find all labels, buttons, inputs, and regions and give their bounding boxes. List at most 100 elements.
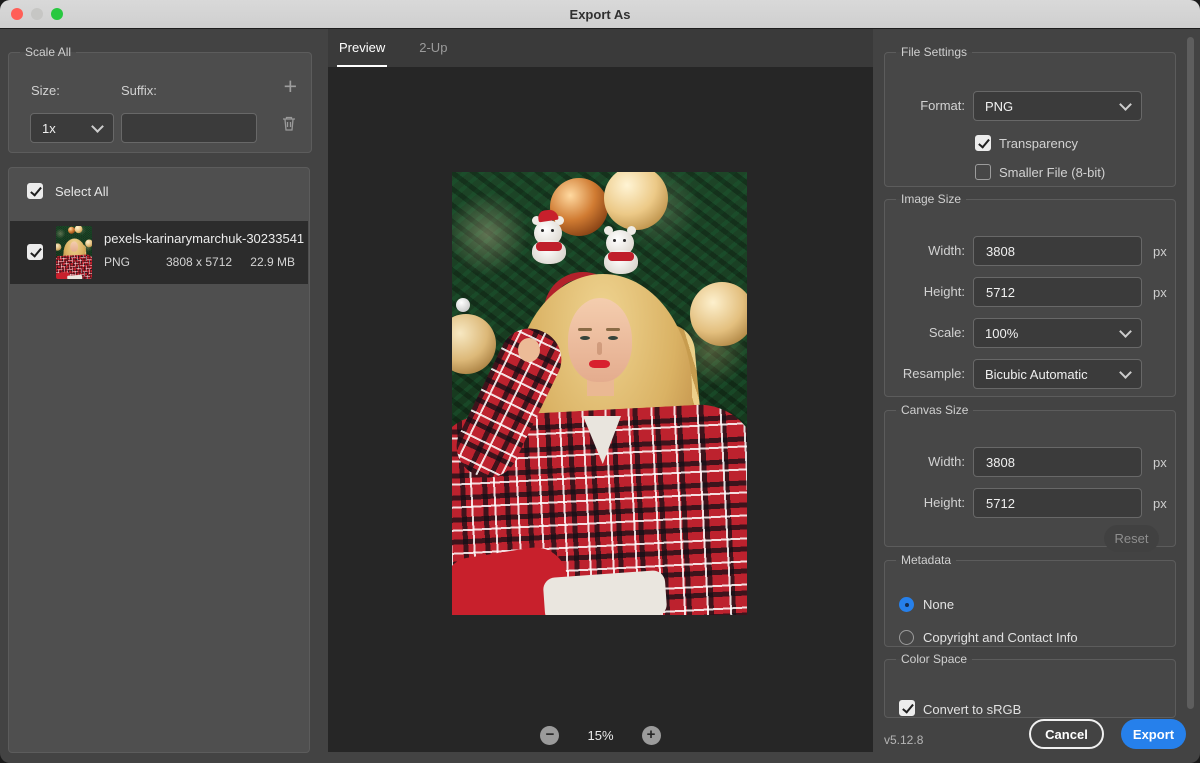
- settings-panel: File Settings Format: PNG Transparency S…: [873, 29, 1200, 763]
- hand: [518, 338, 540, 362]
- chevron-down-icon: [1119, 325, 1132, 338]
- version-label: v5.12.8: [884, 733, 923, 747]
- scale-all-section: Scale All Size: Suffix: 1x +: [8, 45, 312, 153]
- color-space-section: Color Space Convert to sRGB: [884, 652, 1176, 718]
- file-row[interactable]: pexels-karinarymarchuk-30233541 PNG 3808…: [10, 221, 308, 284]
- close-window-button[interactable]: [11, 8, 23, 20]
- image-width-input[interactable]: [973, 236, 1142, 266]
- format-label: Format:: [885, 98, 965, 113]
- select-all-row[interactable]: Select All: [9, 168, 309, 214]
- resample-label: Resample:: [885, 366, 965, 381]
- ornament-gold-left: [452, 314, 496, 374]
- white-fur: [543, 570, 668, 615]
- file-size: 22.9 MB: [250, 255, 295, 269]
- suffix-label: Suffix:: [121, 83, 157, 98]
- polar-bear-right: [602, 222, 640, 276]
- zoom-level: 15%: [587, 728, 613, 743]
- metadata-copyright-radio[interactable]: [899, 630, 914, 645]
- traffic-lights: [11, 8, 63, 20]
- canvas-height-unit: px: [1153, 496, 1167, 511]
- file-thumbnail: [56, 226, 92, 279]
- canvas-width-label: Width:: [885, 454, 965, 469]
- preview-tab-bar: Preview 2-Up: [328, 29, 873, 67]
- polar-bear-left: [530, 212, 568, 266]
- scale-select[interactable]: 100%: [973, 318, 1142, 348]
- photo-illustration: [452, 172, 747, 615]
- image-height-input[interactable]: [973, 277, 1142, 307]
- file-settings-legend: File Settings: [896, 45, 972, 59]
- zoom-window-button[interactable]: [51, 8, 63, 20]
- file-dimensions: 3808 x 5712: [166, 255, 232, 269]
- tab-2up[interactable]: 2-Up: [417, 29, 449, 67]
- metadata-section: Metadata None Copyright and Contact Info: [884, 553, 1176, 647]
- zoom-controls: − 15% +: [328, 725, 873, 745]
- chevron-down-icon: [91, 120, 104, 133]
- image-size-legend: Image Size: [896, 192, 966, 206]
- metadata-none-radio[interactable]: [899, 597, 914, 612]
- reset-button[interactable]: Reset: [1104, 525, 1159, 552]
- file-format: PNG: [104, 255, 130, 269]
- suffix-input[interactable]: [121, 113, 257, 143]
- file-name: pexels-karinarymarchuk-30233541: [104, 231, 304, 246]
- image-height-unit: px: [1153, 285, 1167, 300]
- image-size-section: Image Size Width: px Height: px Scale: 1…: [884, 192, 1176, 397]
- face: [568, 298, 632, 382]
- smaller-file-label: Smaller File (8-bit): [999, 165, 1105, 180]
- format-select[interactable]: PNG: [973, 91, 1142, 121]
- resample-select[interactable]: Bicubic Automatic: [973, 359, 1142, 389]
- thumbnail-photo: [56, 226, 92, 279]
- image-height-label: Height:: [885, 284, 965, 299]
- cancel-button[interactable]: Cancel: [1029, 719, 1104, 749]
- metadata-legend: Metadata: [896, 553, 956, 567]
- image-width-unit: px: [1153, 244, 1167, 259]
- file-checkbox[interactable]: [27, 244, 43, 260]
- left-panel: Scale All Size: Suffix: 1x +: [0, 29, 328, 763]
- zoom-in-button[interactable]: +: [642, 726, 661, 745]
- metadata-copyright-label: Copyright and Contact Info: [923, 630, 1078, 645]
- preview-canvas: − 15% +: [328, 67, 873, 752]
- canvas-size-section: Canvas Size Width: px Height: px Reset: [884, 403, 1176, 547]
- scale-size-value: 1x: [42, 121, 56, 136]
- scale-value: 100%: [985, 326, 1018, 341]
- transparency-checkbox[interactable]: [975, 135, 991, 151]
- export-as-dialog: Export As Scale All Size: Suffix: 1x +: [0, 0, 1200, 763]
- minimize-window-button[interactable]: [31, 8, 43, 20]
- convert-srgb-checkbox[interactable]: [899, 700, 915, 716]
- select-all-checkbox[interactable]: [27, 183, 43, 199]
- color-space-legend: Color Space: [896, 652, 972, 666]
- canvas-width-input[interactable]: [973, 447, 1142, 477]
- panel-scrollbar[interactable]: [1187, 37, 1194, 709]
- convert-srgb-label: Convert to sRGB: [923, 702, 1021, 717]
- ornament-white-small: [456, 298, 470, 312]
- select-all-label: Select All: [55, 184, 108, 199]
- preview-panel: Preview 2-Up: [328, 29, 873, 763]
- export-button[interactable]: Export: [1121, 719, 1186, 749]
- zoom-out-button[interactable]: −: [540, 726, 559, 745]
- title-bar: Export As: [0, 0, 1200, 29]
- format-value: PNG: [985, 99, 1013, 114]
- canvas-height-input[interactable]: [973, 488, 1142, 518]
- canvas-width-unit: px: [1153, 455, 1167, 470]
- canvas-height-label: Height:: [885, 495, 965, 510]
- add-scale-icon[interactable]: +: [284, 75, 297, 98]
- trash-icon[interactable]: [281, 115, 297, 137]
- scale-label: Scale:: [885, 325, 965, 340]
- canvas-size-legend: Canvas Size: [896, 403, 973, 417]
- smaller-file-checkbox[interactable]: [975, 164, 991, 180]
- dialog-body: Scale All Size: Suffix: 1x +: [0, 29, 1200, 763]
- transparency-label: Transparency: [999, 136, 1078, 151]
- chevron-down-icon: [1119, 98, 1132, 111]
- size-label: Size:: [31, 83, 60, 98]
- tab-preview[interactable]: Preview: [337, 29, 387, 67]
- file-settings-section: File Settings Format: PNG Transparency S…: [884, 45, 1176, 187]
- dialog-title: Export As: [570, 7, 631, 22]
- export-file-list: Select All p: [8, 167, 310, 753]
- metadata-none-label: None: [923, 597, 954, 612]
- ornament-gold-right: [690, 282, 747, 346]
- scale-all-legend: Scale All: [20, 45, 76, 59]
- scale-size-select[interactable]: 1x: [30, 113, 114, 143]
- image-width-label: Width:: [885, 243, 965, 258]
- preview-image: [452, 172, 747, 615]
- screen: Export As Scale All Size: Suffix: 1x +: [0, 0, 1200, 763]
- chevron-down-icon: [1119, 366, 1132, 379]
